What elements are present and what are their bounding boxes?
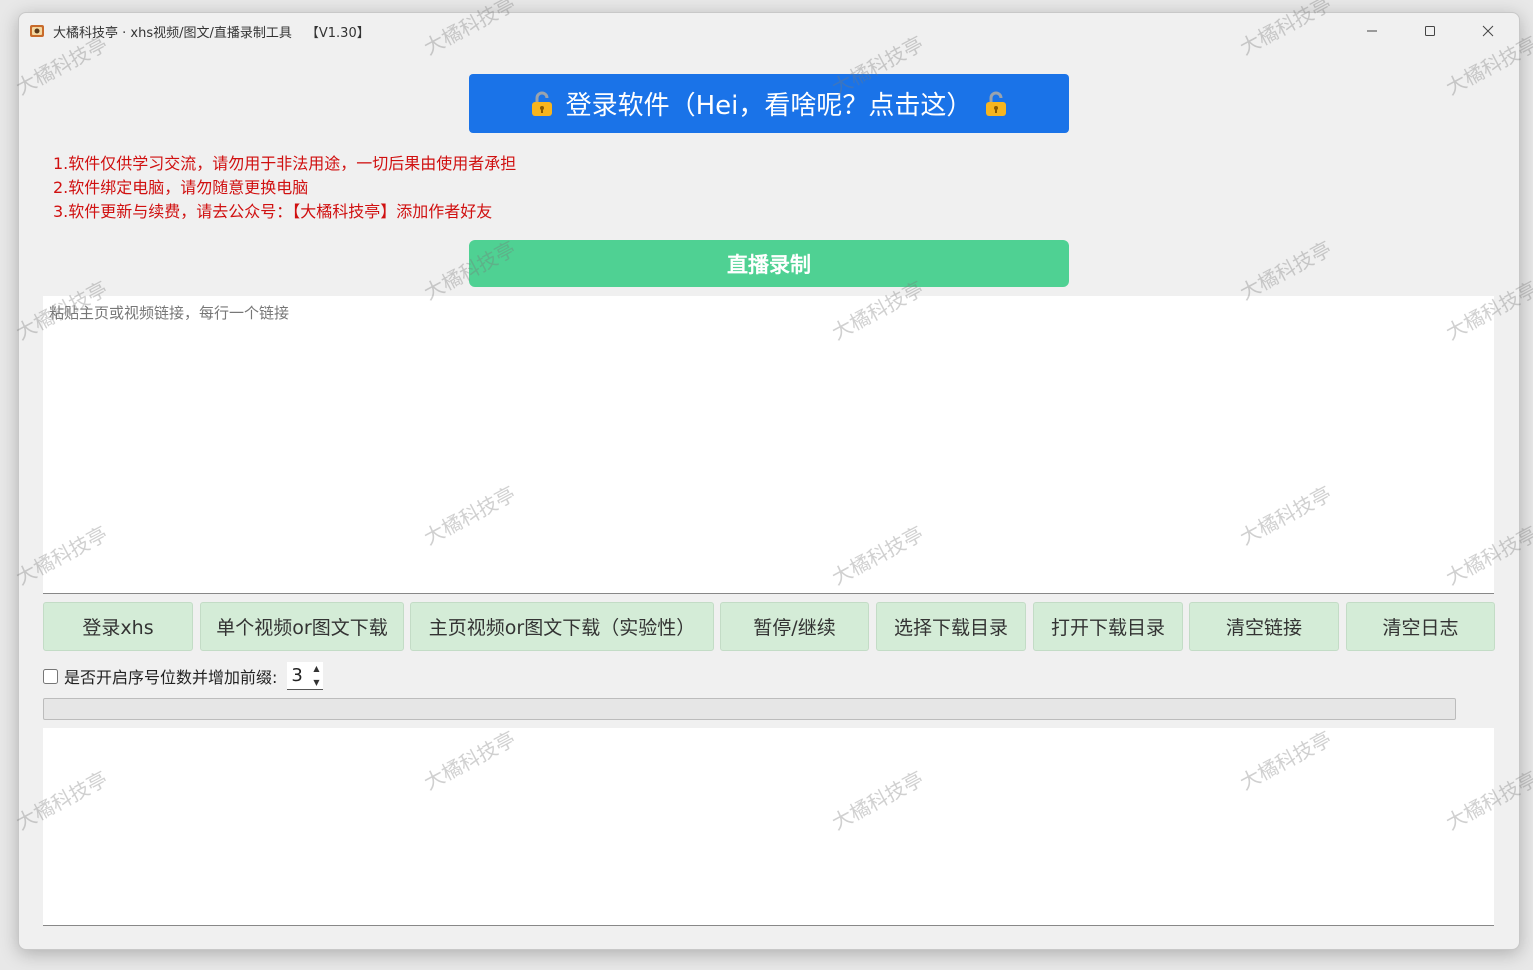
single-download-button[interactable]: 单个视频or图文下载 bbox=[200, 602, 404, 651]
login-button-label: 登录软件（Hei，看啥呢？点击这） bbox=[565, 91, 973, 121]
maximize-icon bbox=[1425, 26, 1435, 36]
select-download-dir-button[interactable]: 选择下载目录 bbox=[876, 602, 1026, 651]
unlock-icon bbox=[986, 91, 1007, 116]
version-label: 【V1.30】 bbox=[305, 26, 370, 41]
title-bar[interactable]: 大橘科技亭 · xhs视频/图文/直播录制工具 【V1.30】 bbox=[19, 13, 1519, 49]
digits-spinbox[interactable]: 3 ▲ ▼ bbox=[287, 662, 324, 690]
app-window: 大橘科技亭 · xhs视频/图文/直播录制工具 【V1.30】 登录软件（Hei，… bbox=[18, 12, 1520, 950]
prefix-option-row: 是否开启序号位数并增加前缀: 3 ▲ ▼ bbox=[43, 661, 324, 691]
spin-arrows[interactable]: ▲ ▼ bbox=[311, 664, 321, 688]
close-button[interactable] bbox=[1465, 17, 1511, 45]
window-title-label: 大橘科技亭 · xhs视频/图文/直播录制工具 bbox=[53, 26, 292, 41]
digits-value: 3 bbox=[291, 665, 303, 686]
notice-line: 3.软件更新与续费，请去公众号：【大橘科技亭】添加作者好友 bbox=[53, 202, 493, 221]
login-software-button[interactable]: 登录软件（Hei，看啥呢？点击这） bbox=[469, 74, 1069, 133]
progress-bar bbox=[43, 698, 1456, 720]
app-icon bbox=[30, 25, 44, 37]
prefix-checkbox[interactable] bbox=[43, 668, 58, 684]
minimize-button[interactable] bbox=[1349, 17, 1395, 45]
spin-up-icon[interactable]: ▲ bbox=[311, 664, 321, 674]
notice-line: 2.软件绑定电脑，请勿随意更换电脑 bbox=[53, 178, 309, 197]
window-title: 大橘科技亭 · xhs视频/图文/直播录制工具 【V1.30】 bbox=[53, 22, 370, 41]
prefix-option-label: 是否开启序号位数并增加前缀: bbox=[64, 668, 278, 687]
clear-links-button[interactable]: 清空链接 bbox=[1189, 602, 1339, 651]
log-output[interactable] bbox=[43, 728, 1494, 926]
clear-log-button[interactable]: 清空日志 bbox=[1346, 602, 1495, 651]
open-download-dir-button[interactable]: 打开下载目录 bbox=[1033, 602, 1183, 651]
pause-resume-button[interactable]: 暂停/继续 bbox=[720, 602, 869, 651]
unlock-icon bbox=[531, 91, 552, 116]
homepage-download-button[interactable]: 主页视频or图文下载（实验性） bbox=[410, 602, 714, 651]
live-record-button[interactable]: 直播录制 bbox=[469, 240, 1069, 287]
spin-down-icon[interactable]: ▼ bbox=[311, 678, 321, 688]
notice-line: 1.软件仅供学习交流，请勿用于非法用途，一切后果由使用者承担 bbox=[53, 154, 517, 173]
minimize-icon bbox=[1367, 30, 1377, 32]
close-icon bbox=[1482, 25, 1494, 37]
links-input[interactable] bbox=[43, 296, 1494, 594]
notice-list: 1.软件仅供学习交流，请勿用于非法用途，一切后果由使用者承担 2.软件绑定电脑，… bbox=[53, 152, 516, 224]
login-xhs-button[interactable]: 登录xhs bbox=[43, 602, 193, 651]
maximize-button[interactable] bbox=[1407, 17, 1453, 45]
